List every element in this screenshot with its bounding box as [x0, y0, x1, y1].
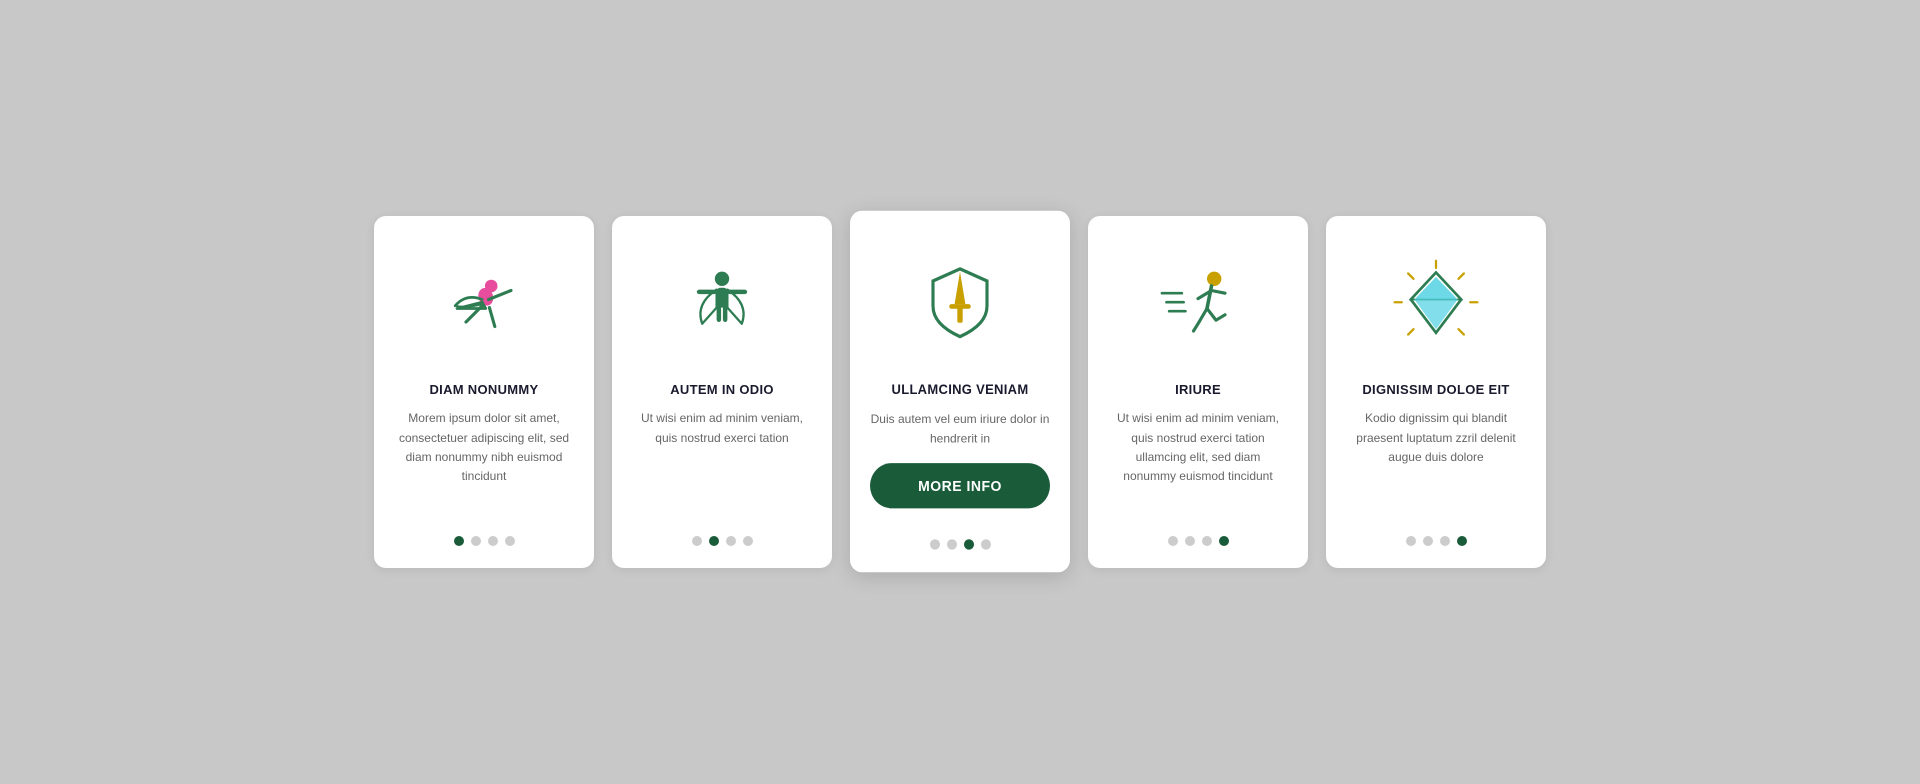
card-iriure: IRIURE Ut wisi enim ad minim veniam, qui…	[1088, 216, 1308, 567]
card-5-text: Kodio dignissim qui blandit praesent lup…	[1346, 409, 1526, 515]
dot-3-2	[947, 540, 957, 550]
dot-1-4	[505, 536, 515, 546]
card-2-title: AUTEM IN ODIO	[670, 382, 774, 397]
card-1-title: DIAM NONUMMY	[429, 382, 538, 397]
dot-4-1	[1168, 536, 1178, 546]
card-2-text: Ut wisi enim ad minim veniam, quis nostr…	[632, 409, 812, 515]
card-4-dots	[1168, 536, 1229, 546]
card-3-title: ULLAMCING VENIAM	[892, 382, 1029, 397]
card-1-text: Morem ipsum dolor sit amet, consectetuer…	[394, 409, 574, 515]
dot-3-1	[930, 540, 940, 550]
card-dignissim: DIGNISSIM DOLOE EIT Kodio dignissim qui …	[1326, 216, 1546, 567]
dot-1-2	[471, 536, 481, 546]
dot-3-4	[981, 540, 991, 550]
dot-5-1	[1406, 536, 1416, 546]
card-autem-in-odio: AUTEM IN ODIO Ut wisi enim ad minim veni…	[612, 216, 832, 567]
flying-person-icon	[424, 244, 544, 364]
card-4-text: Ut wisi enim ad minim veniam, quis nostr…	[1108, 409, 1288, 515]
cards-container: DIAM NONUMMY Morem ipsum dolor sit amet,…	[374, 216, 1546, 567]
dot-4-3	[1202, 536, 1212, 546]
dot-5-4	[1457, 536, 1467, 546]
card-2-dots	[692, 536, 753, 546]
card-3-dots	[930, 540, 991, 550]
card-1-dots	[454, 536, 515, 546]
more-info-button[interactable]: MORE INFO	[870, 464, 1050, 509]
card-5-dots	[1406, 536, 1467, 546]
dot-2-1	[692, 536, 702, 546]
card-diam-nonummy: DIAM NONUMMY Morem ipsum dolor sit amet,…	[374, 216, 594, 567]
dot-5-3	[1440, 536, 1450, 546]
running-person-icon	[1138, 244, 1258, 364]
shield-sword-icon	[900, 240, 1020, 364]
dot-4-4	[1219, 536, 1229, 546]
dot-1-3	[488, 536, 498, 546]
dot-3-3	[964, 540, 974, 550]
card-5-title: DIGNISSIM DOLOE EIT	[1362, 382, 1509, 397]
card-ullamcing-veniam: ULLAMCING VENIAM Duis autem vel eum iriu…	[850, 211, 1070, 573]
dot-4-2	[1185, 536, 1195, 546]
diamond-icon	[1376, 244, 1496, 364]
cape-person-icon	[662, 244, 782, 364]
card-4-title: IRIURE	[1175, 382, 1221, 397]
dot-5-2	[1423, 536, 1433, 546]
dot-2-4	[743, 536, 753, 546]
dot-2-2	[709, 536, 719, 546]
dot-2-3	[726, 536, 736, 546]
card-3-text: Duis autem vel eum iriure dolor in hendr…	[870, 410, 1050, 450]
dot-1-1	[454, 536, 464, 546]
